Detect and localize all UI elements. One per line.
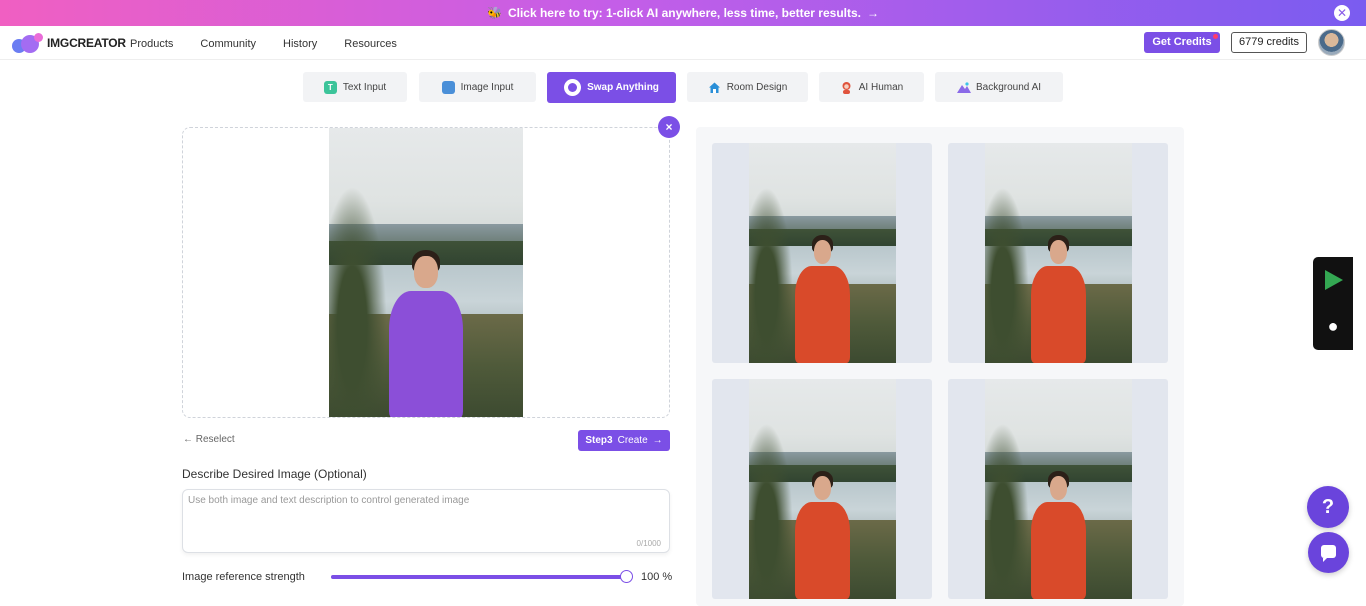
char-count: 0/1000 — [636, 539, 661, 548]
swap-icon — [564, 79, 582, 96]
tab-background-ai[interactable]: Background AI — [935, 72, 1063, 102]
logo[interactable]: IMGCREATOR — [12, 33, 126, 53]
nav-products[interactable]: Products — [130, 38, 173, 50]
main-nav: Products Community History Resources — [130, 38, 424, 50]
apple-icon[interactable]: ● — [1323, 315, 1343, 337]
tab-label: Text Input — [342, 81, 387, 93]
tab-image-input[interactable]: Image Input — [419, 72, 536, 102]
mountain-icon — [956, 81, 971, 94]
tab-label: Image Input — [460, 81, 514, 93]
swap-mask[interactable] — [389, 290, 463, 417]
result-image-1[interactable] — [712, 143, 932, 363]
tab-label: Swap Anything — [587, 82, 659, 93]
strength-fill — [331, 575, 627, 579]
remove-image-button[interactable]: × — [658, 116, 680, 138]
strength-thumb[interactable] — [620, 570, 633, 583]
create-label: Create — [617, 435, 648, 446]
tab-room-design[interactable]: Room Design — [687, 72, 808, 102]
user-avatar[interactable] — [1318, 29, 1345, 56]
image-icon — [441, 80, 455, 94]
arrow-right-icon: → — [866, 6, 879, 20]
arrow-right-icon: → — [652, 435, 663, 446]
tab-label: Background AI — [975, 81, 1042, 93]
close-banner-button[interactable]: ✕ — [1334, 5, 1350, 21]
tab-text-input[interactable]: T Text Input — [303, 72, 407, 102]
house-icon — [708, 81, 721, 94]
top-nav: IMGCREATOR Products Community History Re… — [0, 26, 1366, 60]
promo-banner-text[interactable]: Click here to try: 1-click AI anywhere, … — [508, 6, 861, 20]
nav-community[interactable]: Community — [200, 38, 256, 50]
get-credits-button[interactable]: Get Credits — [1144, 32, 1220, 53]
app-store-links: ● — [1313, 257, 1353, 350]
help-button[interactable]: ? — [1307, 486, 1349, 528]
tab-ai-human[interactable]: AI Human — [819, 72, 924, 102]
step-label: Step3 — [585, 435, 613, 446]
person-icon — [840, 81, 853, 94]
bee-icon: 🐝 — [487, 6, 502, 20]
strength-value: 100 % — [641, 571, 673, 583]
google-play-icon[interactable] — [1325, 270, 1343, 290]
get-credits-label: Get Credits — [1152, 36, 1212, 48]
describe-label: Describe Desired Image (Optional) — [182, 467, 367, 481]
tab-swap-anything[interactable]: Swap Anything — [547, 72, 676, 103]
result-image-2[interactable] — [948, 143, 1168, 363]
notification-dot — [1213, 34, 1218, 39]
tab-label: Room Design — [726, 81, 788, 93]
result-image-4[interactable] — [948, 379, 1168, 599]
text-input-icon: T — [323, 80, 337, 94]
reselect-link[interactable]: ← Reselect — [183, 434, 235, 445]
credits-balance[interactable]: 6779 credits — [1231, 32, 1307, 53]
create-button[interactable]: Step3 Create → — [578, 430, 670, 451]
nav-resources[interactable]: Resources — [344, 38, 397, 50]
logo-icon — [12, 33, 44, 53]
tab-label: AI Human — [858, 81, 904, 93]
strength-label: Image reference strength — [182, 571, 305, 583]
nav-history[interactable]: History — [283, 38, 317, 50]
strength-slider[interactable] — [331, 570, 633, 583]
chat-button[interactable] — [1308, 532, 1349, 573]
describe-box: 0/1000 — [182, 489, 670, 553]
uploaded-image[interactable] — [329, 128, 523, 417]
image-upload-area[interactable] — [182, 127, 670, 418]
logo-text: IMGCREATOR — [47, 36, 126, 50]
chat-icon — [1321, 545, 1336, 562]
describe-input[interactable] — [188, 495, 658, 535]
promo-banner[interactable]: 🐝 Click here to try: 1-click AI anywhere… — [0, 0, 1366, 26]
result-image-3[interactable] — [712, 379, 932, 599]
